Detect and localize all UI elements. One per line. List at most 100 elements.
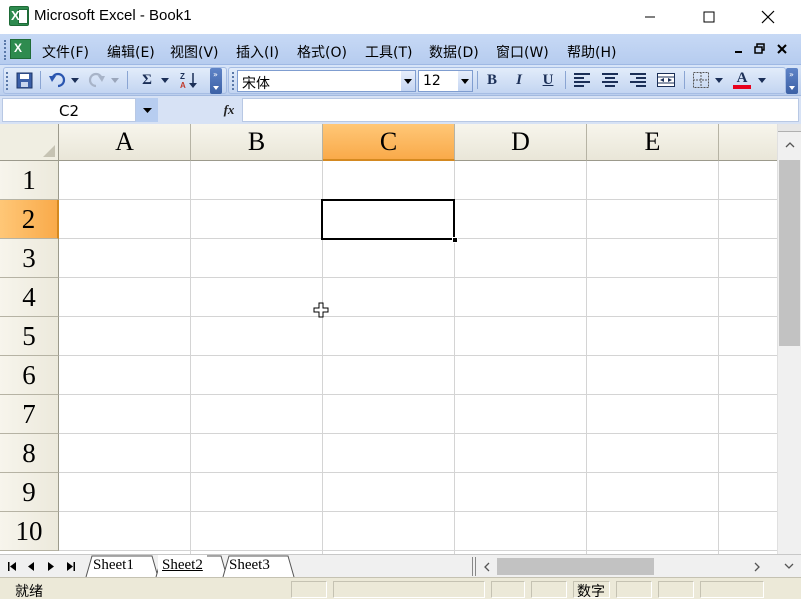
toolbar: Σ ZA » 宋体 12 B I U A » [0, 65, 801, 96]
row-header-1[interactable]: 1 [0, 161, 59, 200]
insert-function-button[interactable]: fx [218, 99, 240, 121]
undo-dropdown[interactable] [68, 70, 82, 90]
first-sheet-button[interactable] [4, 558, 20, 574]
menu-data[interactable]: 数据(D) [429, 42, 479, 62]
prev-sheet-button[interactable] [23, 558, 39, 574]
name-box[interactable]: C2 [2, 98, 136, 122]
toolbar-grip-handle[interactable] [232, 72, 235, 90]
font-color-dropdown[interactable] [755, 70, 769, 90]
status-panel-4 [531, 581, 567, 598]
redo-dropdown[interactable] [108, 70, 122, 90]
italic-button[interactable]: I [508, 70, 530, 90]
align-center-button[interactable] [599, 70, 621, 90]
column-header-d[interactable]: D [455, 124, 587, 161]
font-size-dropdown[interactable] [458, 71, 472, 91]
scroll-right-button[interactable] [747, 558, 767, 576]
save-button[interactable] [13, 70, 35, 90]
maximize-button[interactable] [686, 0, 732, 33]
row-header-4[interactable]: 4 [0, 278, 59, 317]
row-header-7[interactable]: 7 [0, 395, 59, 434]
column-header-b[interactable]: B [191, 124, 323, 161]
row-header-2[interactable]: 2 [0, 200, 59, 239]
column-header-f[interactable] [719, 124, 779, 161]
prev-sheet-icon [28, 561, 34, 571]
align-center-icon [602, 73, 618, 87]
row-header-9[interactable]: 9 [0, 473, 59, 512]
row-header-6[interactable]: 6 [0, 356, 59, 395]
minimize-button[interactable] [627, 0, 673, 33]
sheet-tab-sheet1[interactable]: Sheet1 [89, 555, 138, 577]
sheet-tab-sheet3[interactable]: Sheet3 [225, 555, 274, 577]
scroll-down-button[interactable] [779, 557, 799, 575]
workbook-icon[interactable]: X [10, 39, 31, 59]
toolbar-options-button-2[interactable]: » [786, 68, 798, 94]
workbook-close-button[interactable] [774, 41, 790, 57]
column-header-e[interactable]: E [587, 124, 719, 161]
align-left-button[interactable] [571, 70, 593, 90]
scroll-up-button[interactable] [780, 136, 800, 154]
vertical-split-handle[interactable] [778, 124, 801, 132]
redo-button[interactable] [86, 70, 108, 90]
font-color-swatch [733, 85, 751, 89]
font-name-select[interactable]: 宋体 [237, 70, 416, 92]
row-header-5[interactable]: 5 [0, 317, 59, 356]
align-left-icon [574, 73, 590, 87]
autosum-dropdown[interactable] [158, 70, 172, 90]
menu-file[interactable]: 文件(F) [42, 42, 89, 62]
next-sheet-button[interactable] [43, 558, 59, 574]
horizontal-scrollbar[interactable] [477, 556, 777, 577]
excel-app-icon[interactable]: X [9, 6, 29, 26]
menu-window[interactable]: 窗口(W) [496, 42, 549, 62]
toolbar-options-button[interactable]: » [210, 68, 222, 94]
undo-button[interactable] [46, 70, 68, 90]
formula-input[interactable] [242, 98, 799, 122]
align-right-button[interactable] [627, 70, 649, 90]
menu-insert[interactable]: 插入(I) [236, 42, 279, 62]
menu-format[interactable]: 格式(O) [297, 42, 347, 62]
toolbar-grip-handle[interactable] [6, 72, 9, 90]
fill-handle[interactable] [452, 237, 458, 243]
merge-center-button[interactable] [655, 70, 677, 90]
borders-dropdown[interactable] [712, 70, 726, 90]
menu-view[interactable]: 视图(V) [170, 42, 219, 62]
worksheet-grid[interactable]: A B C D E 1 2 3 4 5 6 7 8 9 10 [0, 124, 801, 554]
font-name-dropdown[interactable] [401, 71, 415, 91]
menu-help[interactable]: 帮助(H) [567, 42, 616, 62]
font-size-select[interactable]: 12 [418, 70, 473, 92]
tab-split-handle[interactable] [472, 557, 476, 576]
cell-cursor-icon [313, 302, 329, 318]
font-size-value: 12 [423, 73, 441, 89]
close-button[interactable] [745, 0, 791, 33]
vertical-scroll-thumb[interactable] [779, 160, 800, 346]
menu-tools[interactable]: 工具(T) [365, 42, 412, 62]
font-color-button[interactable]: A [731, 70, 753, 90]
select-all-button[interactable] [0, 124, 59, 161]
sheet-tab-sheet2[interactable]: Sheet2 [158, 555, 207, 577]
borders-button[interactable] [690, 70, 712, 90]
restore-icon [754, 43, 765, 54]
scroll-left-button[interactable] [477, 558, 497, 576]
row-header-3[interactable]: 3 [0, 239, 59, 278]
status-panel-3 [491, 581, 525, 598]
next-sheet-icon [48, 561, 54, 571]
workbook-restore-button[interactable] [752, 41, 768, 57]
name-box-dropdown[interactable] [136, 98, 158, 122]
menu-grip-handle[interactable] [4, 40, 7, 60]
horizontal-scroll-thumb[interactable] [497, 558, 654, 575]
workbook-minimize-button[interactable] [731, 41, 747, 57]
bold-button[interactable]: B [481, 70, 503, 90]
maximize-icon [703, 11, 715, 22]
column-header-c[interactable]: C [323, 124, 455, 161]
menu-edit[interactable]: 编辑(E) [107, 42, 155, 62]
row-header-8[interactable]: 8 [0, 434, 59, 473]
active-cell-c2[interactable] [321, 199, 455, 240]
row-header-10[interactable]: 10 [0, 512, 59, 551]
last-sheet-button[interactable] [63, 558, 79, 574]
underline-button[interactable]: U [537, 70, 559, 90]
chevron-down-icon [142, 107, 152, 113]
vertical-scrollbar[interactable] [777, 124, 801, 554]
formula-bar: C2 fx [0, 96, 801, 124]
column-header-a[interactable]: A [59, 124, 191, 161]
autosum-button[interactable]: Σ [136, 70, 158, 90]
sort-descending-button[interactable]: ZA [178, 70, 200, 90]
